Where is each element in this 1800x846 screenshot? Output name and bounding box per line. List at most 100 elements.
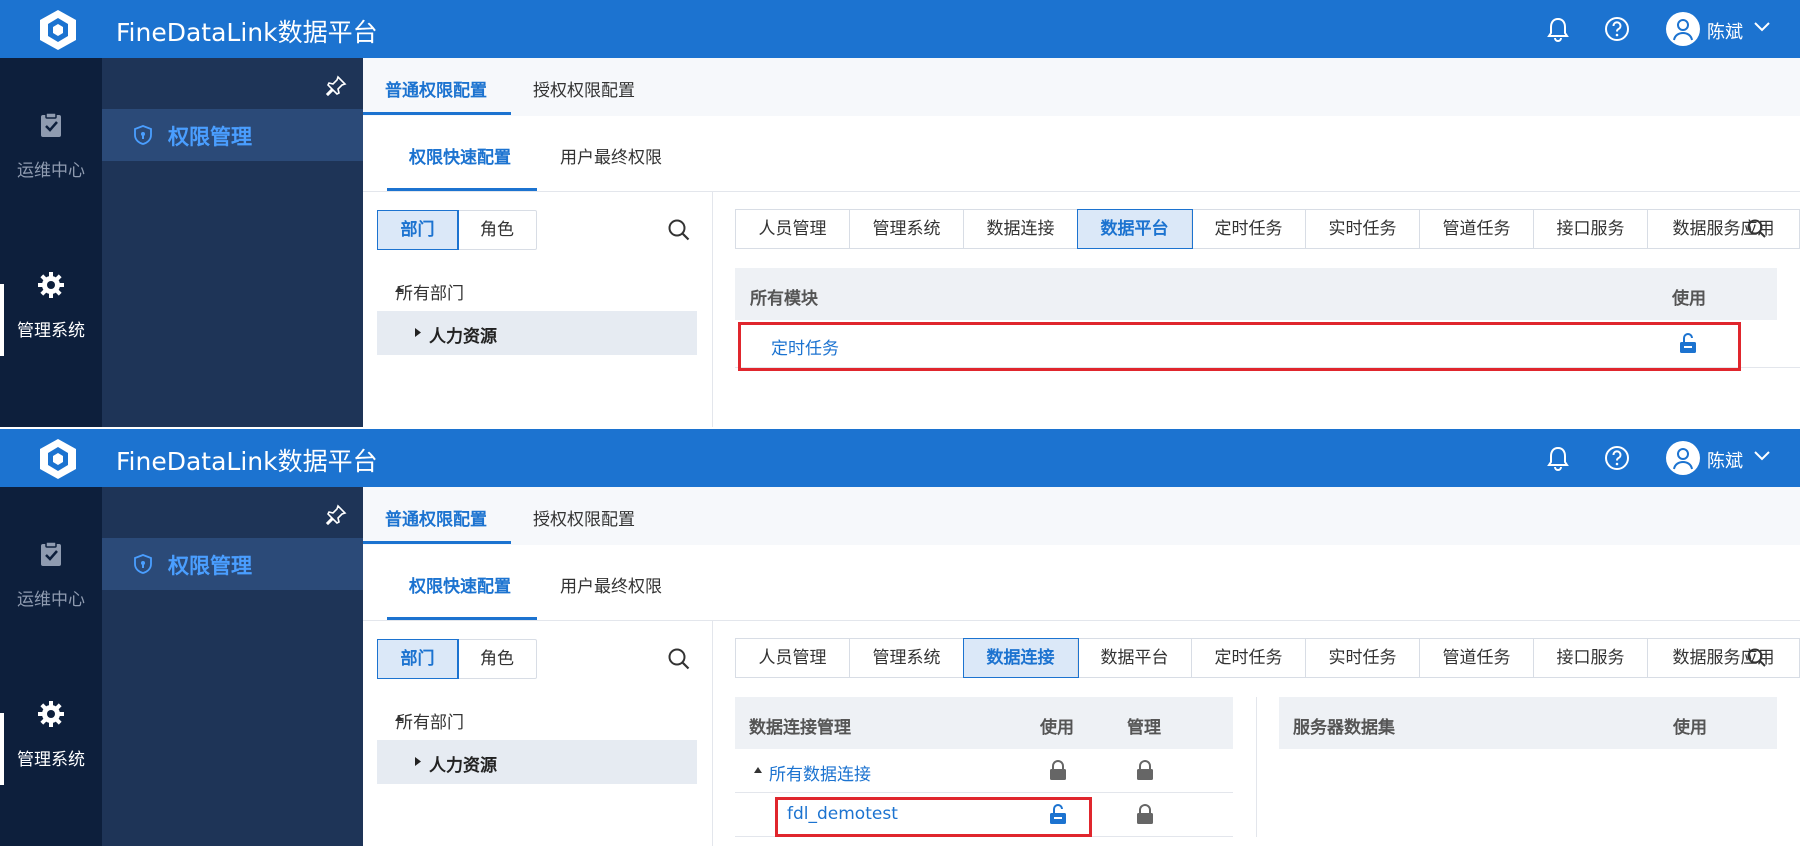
- header-conn-management: 数据连接管理: [749, 718, 851, 738]
- segment-role[interactable]: 角色: [458, 211, 536, 249]
- app-title: FineDataLink数据平台: [116, 18, 378, 47]
- tree-row-hr[interactable]: 人力资源: [377, 311, 697, 355]
- segment-role[interactable]: 角色: [458, 640, 536, 678]
- shield-icon: [134, 554, 152, 574]
- chevron-down-icon[interactable]: [1753, 20, 1771, 34]
- tree-label-hr: 人力资源: [429, 756, 497, 776]
- module-tab-data-platform[interactable]: 数据平台: [1078, 639, 1192, 677]
- top-tab-indicator: [363, 112, 511, 115]
- task-icon: [41, 112, 61, 137]
- segment-department[interactable]: 部门: [377, 210, 459, 250]
- rail-label-management: 管理系统: [17, 321, 85, 341]
- tab-general-permission[interactable]: 普通权限配置: [385, 505, 487, 530]
- split-divider: [712, 192, 713, 427]
- pin-icon[interactable]: [324, 503, 348, 527]
- sub-tabs: 权限快速配置 用户最终权限: [363, 545, 1800, 621]
- module-tab-personnel[interactable]: 人员管理: [736, 639, 850, 677]
- header-use: 使用: [1672, 289, 1706, 309]
- module-tabs: 人员管理 管理系统 数据连接 数据平台 定时任务 实时任务 管道任务 接口服务 …: [735, 209, 1800, 249]
- dept-role-toggle: 部门 角色: [377, 639, 537, 679]
- header-all-modules: 所有模块: [750, 289, 818, 309]
- module-tab-api[interactable]: 接口服务: [1534, 210, 1648, 248]
- module-tab-scheduled[interactable]: 定时任务: [1192, 639, 1306, 677]
- top-tab-indicator: [363, 541, 511, 544]
- column-divider: [1256, 697, 1257, 837]
- shield-icon: [134, 125, 152, 145]
- subnav-item-permission[interactable]: 权限管理: [102, 109, 363, 161]
- caret-right-icon[interactable]: [414, 756, 422, 767]
- user-icon: [1673, 448, 1693, 470]
- module-tab-data-service-app[interactable]: 数据服务应用: [1648, 639, 1799, 677]
- connection-table-header: 数据连接管理 使用 管理: [735, 697, 1233, 749]
- subnav-label: 权限管理: [168, 125, 252, 149]
- pin-icon[interactable]: [324, 74, 348, 98]
- panel-data-connection: FineDataLink数据平台 陈斌 运维中心 管理系统 权限管理 普通权限配…: [0, 429, 1800, 846]
- caret-right-icon[interactable]: [414, 327, 422, 338]
- tab-grant-permission[interactable]: 授权权限配置: [533, 76, 635, 101]
- module-tab-personnel[interactable]: 人员管理: [736, 210, 850, 248]
- table-row: 所有数据连接: [735, 749, 1233, 793]
- highlight-box: [738, 322, 1741, 371]
- tab-grant-permission[interactable]: 授权权限配置: [533, 505, 635, 530]
- bell-icon[interactable]: [1543, 14, 1573, 44]
- chevron-down-icon[interactable]: [1753, 449, 1771, 463]
- search-icon[interactable]: [667, 218, 691, 242]
- app-title: FineDataLink数据平台: [116, 447, 378, 476]
- rail-label-management: 管理系统: [17, 750, 85, 770]
- sub-nav: 权限管理: [102, 487, 363, 846]
- help-icon[interactable]: [1602, 14, 1632, 44]
- lock-icon[interactable]: [1135, 803, 1155, 825]
- module-tab-pipeline[interactable]: 管道任务: [1420, 639, 1534, 677]
- lock-icon[interactable]: [1135, 759, 1155, 781]
- rail-item-management[interactable]: 管理系统: [0, 699, 102, 770]
- user-name[interactable]: 陈斌: [1707, 18, 1743, 44]
- top-tabs: 普通权限配置 授权权限配置: [363, 58, 1800, 116]
- sub-nav: 权限管理: [102, 58, 363, 427]
- module-tab-pipeline[interactable]: 管道任务: [1420, 210, 1534, 248]
- module-tab-data-platform[interactable]: 数据平台: [1077, 209, 1193, 249]
- module-tab-api[interactable]: 接口服务: [1534, 639, 1648, 677]
- sub-tab-indicator: [387, 188, 537, 191]
- tab-user-final-permission[interactable]: 用户最终权限: [560, 572, 662, 597]
- module-tab-data-connection[interactable]: 数据连接: [964, 210, 1078, 248]
- caret-down-icon[interactable]: [753, 766, 763, 774]
- search-icon[interactable]: [1746, 218, 1768, 240]
- row-name-all-connections[interactable]: 所有数据连接: [769, 760, 871, 785]
- logo-icon: [40, 439, 76, 479]
- panel-data-platform: FineDataLink数据平台 陈斌 运维中心 管理系统 权限管理 普通权限配…: [0, 0, 1800, 427]
- lock-icon[interactable]: [1048, 759, 1068, 781]
- subnav-item-permission[interactable]: 权限管理: [102, 538, 363, 590]
- gear-icon: [38, 701, 64, 727]
- rail-item-ops-center[interactable]: 运维中心: [0, 539, 102, 610]
- help-icon[interactable]: [1602, 443, 1632, 473]
- segment-department[interactable]: 部门: [377, 639, 459, 679]
- rail-item-ops-center[interactable]: 运维中心: [0, 110, 102, 181]
- tab-quick-config[interactable]: 权限快速配置: [409, 572, 511, 597]
- tab-general-permission[interactable]: 普通权限配置: [385, 76, 487, 101]
- module-tab-data-connection[interactable]: 数据连接: [963, 638, 1079, 678]
- subnav-label: 权限管理: [168, 554, 252, 578]
- gear-icon: [38, 272, 64, 298]
- tab-user-final-permission[interactable]: 用户最终权限: [560, 143, 662, 168]
- search-icon[interactable]: [1746, 647, 1768, 669]
- module-tab-realtime[interactable]: 实时任务: [1306, 639, 1420, 677]
- avatar[interactable]: [1666, 441, 1700, 475]
- module-tab-management[interactable]: 管理系统: [850, 639, 964, 677]
- avatar[interactable]: [1666, 12, 1700, 46]
- module-tab-management[interactable]: 管理系统: [850, 210, 964, 248]
- top-tabs: 普通权限配置 授权权限配置: [363, 487, 1800, 545]
- rail-item-management[interactable]: 管理系统: [0, 270, 102, 341]
- header-server-dataset: 服务器数据集: [1293, 718, 1395, 738]
- module-tab-realtime[interactable]: 实时任务: [1306, 210, 1420, 248]
- bell-icon[interactable]: [1543, 443, 1573, 473]
- user-name[interactable]: 陈斌: [1707, 447, 1743, 473]
- search-icon[interactable]: [667, 647, 691, 671]
- tree-root-all-departments[interactable]: 所有部门: [396, 708, 464, 733]
- logo-icon: [40, 10, 76, 50]
- tree-root-all-departments[interactable]: 所有部门: [396, 279, 464, 304]
- module-tab-data-service-app[interactable]: 数据服务应用: [1648, 210, 1799, 248]
- tree-row-hr[interactable]: 人力资源: [377, 740, 697, 784]
- header-dataset-use: 使用: [1673, 718, 1707, 738]
- module-tab-scheduled[interactable]: 定时任务: [1192, 210, 1306, 248]
- tab-quick-config[interactable]: 权限快速配置: [409, 143, 511, 168]
